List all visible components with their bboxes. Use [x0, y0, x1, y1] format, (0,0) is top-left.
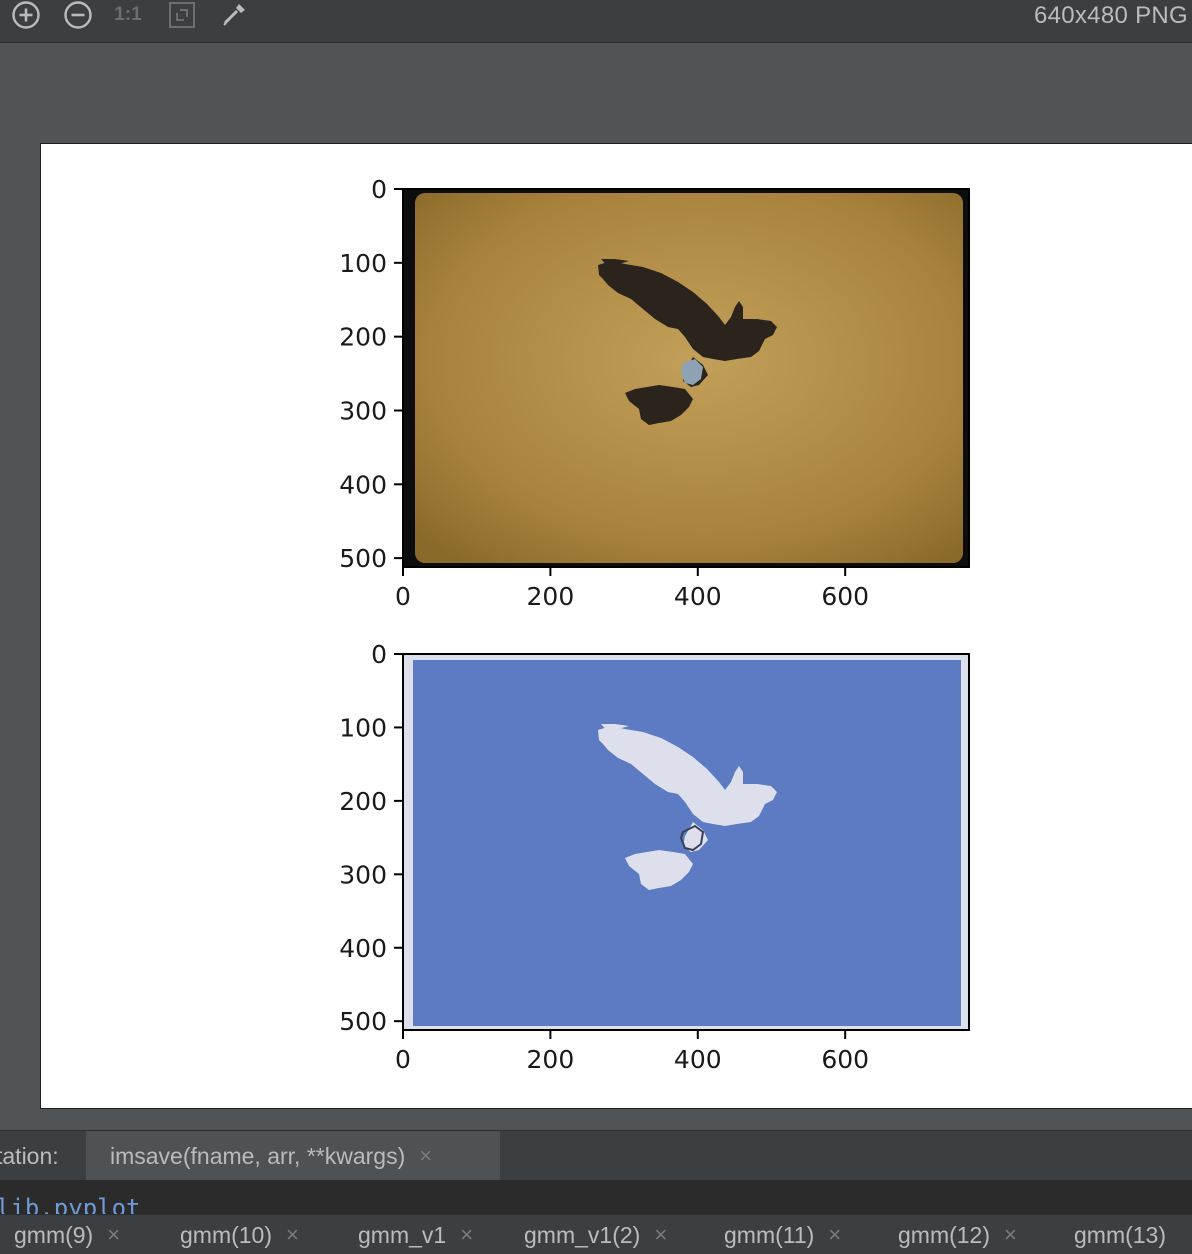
code-peek-text: lib.pyplot [0, 1194, 141, 1214]
x-tick-label: 600 [821, 582, 869, 611]
zoom-out-icon[interactable] [62, 0, 94, 30]
y-tick-label: 300 [339, 396, 387, 425]
y-tick-label: 400 [339, 934, 387, 963]
tab-gmm-13[interactable]: gmm(13) [1074, 1215, 1166, 1254]
tab-label: gmm_v1(2) [524, 1221, 641, 1248]
color-picker-icon[interactable] [218, 0, 250, 30]
tab-label: gmm(9) [14, 1221, 94, 1248]
close-icon[interactable]: × [286, 1222, 299, 1248]
y-tick-label: 300 [339, 860, 387, 889]
image-canvas-area[interactable]: 0 100 200 300 400 500 0 200 400 600 0 100 200 300 400… [0, 43, 1192, 1130]
subplot-segmentation [402, 653, 970, 1031]
y-tick-label: 500 [339, 1007, 387, 1036]
y-tick-label: 0 [371, 640, 387, 669]
close-icon[interactable]: × [107, 1222, 120, 1248]
x-tick-label: 200 [527, 582, 575, 611]
actual-size-icon[interactable]: 1:1 [112, 0, 144, 30]
zoom-in-icon[interactable] [10, 0, 42, 30]
tab-label: gmm_v1 [358, 1221, 447, 1248]
tab-gmm-11[interactable]: gmm(11) × [724, 1215, 841, 1254]
documentation-tab[interactable]: imsave(fname, arr, **kwargs) × [86, 1131, 500, 1181]
image-size-info: 640x480 PNG [1033, 2, 1188, 29]
y-tick-label: 400 [339, 470, 387, 499]
plot-image: 0 100 200 300 400 500 0 200 400 600 0 100 200 300 400… [40, 143, 1192, 1109]
tab-label: gmm(11) [724, 1221, 815, 1248]
x-tick-label: 600 [821, 1045, 869, 1074]
tab-label: gmm(12) [898, 1221, 991, 1248]
x-tick-label: 400 [674, 1045, 722, 1074]
y-tick-label: 500 [339, 544, 387, 573]
tab-gmm-10[interactable]: gmm(10) × [180, 1215, 299, 1254]
actual-size-label: 1:1 [114, 4, 142, 25]
tab-label: gmm(13) [1074, 1221, 1167, 1248]
fit-to-window-icon[interactable] [166, 0, 198, 30]
close-icon[interactable]: × [460, 1222, 473, 1248]
tab-gmm-v1[interactable]: gmm_v1 × [358, 1215, 473, 1254]
documentation-bar: tation: imsave(fname, arr, **kwargs) × [0, 1130, 1192, 1181]
code-peek: lib.pyplot [0, 1180, 1192, 1214]
x-tick-label: 0 [395, 582, 411, 611]
close-icon[interactable]: × [828, 1222, 841, 1248]
x-tick-label: 0 [395, 1045, 411, 1074]
y-tick-label: 200 [339, 323, 387, 352]
file-tabs-bar: gmm(9) × gmm(10) × gmm_v1 × gmm_v1(2) × … [0, 1214, 1192, 1254]
y-tick-label: 200 [339, 787, 387, 816]
subplot-original [402, 188, 970, 568]
documentation-tab-label: imsave(fname, arr, **kwargs) [110, 1142, 406, 1169]
tab-gmm-9[interactable]: gmm(9) × [14, 1215, 120, 1254]
y-tick-label: 0 [371, 175, 387, 204]
tab-label: gmm(10) [180, 1221, 273, 1248]
image-toolbar: 1:1 640x480 PNG [0, 0, 1192, 43]
x-tick-label: 200 [527, 1045, 575, 1074]
image-viewer-window: 1:1 640x480 PNG 0 100 200 300 400 500 0 … [0, 0, 1192, 1254]
documentation-label: tation: [0, 1143, 59, 1169]
tab-gmm-12[interactable]: gmm(12) × [898, 1215, 1017, 1254]
y-tick-label: 100 [339, 249, 387, 278]
close-icon[interactable]: × [419, 1143, 432, 1169]
close-icon[interactable]: × [654, 1222, 667, 1248]
tab-gmm-v1-2[interactable]: gmm_v1(2) × [524, 1215, 667, 1254]
y-tick-label: 100 [339, 713, 387, 742]
x-tick-label: 400 [674, 582, 722, 611]
close-icon[interactable]: × [1004, 1222, 1017, 1248]
figure-svg: 0 100 200 300 400 500 0 200 400 600 0 100 200 300 400… [339, 175, 970, 1074]
